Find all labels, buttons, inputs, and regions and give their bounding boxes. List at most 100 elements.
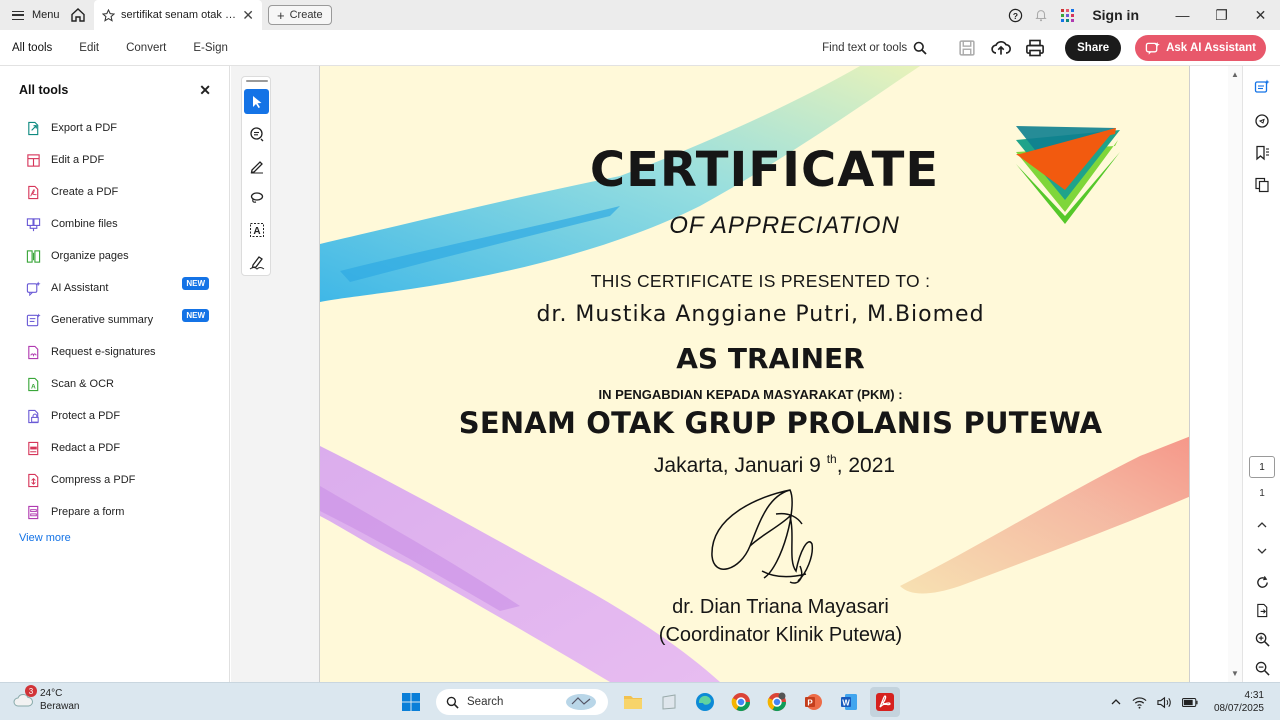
edge-icon <box>696 693 714 711</box>
file-explorer-app[interactable] <box>618 687 648 717</box>
recipient-role: AS TRAINER <box>676 342 865 375</box>
acrobat-app[interactable] <box>870 687 900 717</box>
tab-all-tools[interactable]: All tools <box>12 30 52 66</box>
weather-temp: 24°C <box>40 688 63 699</box>
tool-item-export-a-pdf[interactable]: Export a PDF <box>0 112 229 144</box>
tab-edit[interactable]: Edit <box>79 30 99 66</box>
tool-item-generative-summary[interactable]: Generative summary NEW <box>0 304 229 336</box>
find-label: Find text or tools <box>822 42 908 54</box>
main-toolbar: All tools Edit Convert E-Sign Find text … <box>0 30 1280 66</box>
cloud-upload-icon[interactable] <box>991 38 1012 58</box>
chrome-profile-app[interactable] <box>762 687 792 717</box>
tool-item-label: Export a PDF <box>51 122 118 134</box>
powerpoint-icon: P <box>805 694 822 710</box>
bookmark-icon <box>1256 145 1269 161</box>
close-window-button[interactable]: ✕ <box>1241 0 1280 30</box>
panel-close-icon[interactable]: ✕ <box>199 82 211 99</box>
start-button[interactable] <box>396 687 426 717</box>
event-name: SENAM OTAK GRUP PROLANIS PUTEWA <box>458 406 1103 440</box>
chevron-up-icon[interactable] <box>1110 696 1122 708</box>
protect-pdf-icon <box>26 409 41 424</box>
home-button[interactable] <box>62 0 94 30</box>
scroll-up-arrow[interactable]: ▲ <box>1231 70 1239 79</box>
print-icon[interactable] <box>1025 38 1045 58</box>
draw-tool-button[interactable] <box>244 185 269 210</box>
tool-item-edit-a-pdf[interactable]: Edit a PDF <box>0 144 229 176</box>
word-app[interactable]: W <box>834 687 864 717</box>
notepad-app[interactable] <box>654 687 684 717</box>
ai-assistant-icon <box>1145 41 1160 55</box>
apps-button[interactable] <box>1054 0 1080 30</box>
extract-pages-button[interactable] <box>1253 601 1271 619</box>
previous-page-button[interactable] <box>1253 516 1271 534</box>
quick-tools-strip: A <box>241 76 271 276</box>
ai-assistant-icon <box>26 280 41 296</box>
highlight-tool-button[interactable] <box>244 153 269 178</box>
comment-tool-button[interactable] <box>244 121 269 146</box>
battery-icon[interactable] <box>1181 697 1198 708</box>
pages-panel-button[interactable] <box>1253 176 1271 194</box>
create-button[interactable]: + Create <box>268 5 332 25</box>
tab-convert[interactable]: Convert <box>126 30 166 66</box>
zoom-in-icon <box>1255 632 1270 647</box>
zoom-in-button[interactable] <box>1253 630 1271 648</box>
ai-panel-button[interactable] <box>1253 78 1271 96</box>
comments-panel-button[interactable] <box>1253 112 1271 130</box>
tab-title: sertifikat senam otak dr... <box>121 9 237 21</box>
star-icon[interactable] <box>102 8 115 22</box>
maximize-button[interactable]: ❐ <box>1202 0 1241 30</box>
taskbar-search[interactable]: Search <box>436 689 608 715</box>
zoom-out-button[interactable] <box>1253 659 1271 677</box>
tool-item-create-a-pdf[interactable]: Create a PDF <box>0 176 229 208</box>
help-icon: ? <box>1008 8 1023 22</box>
tab-esign[interactable]: E-Sign <box>193 30 228 66</box>
chrome-app[interactable] <box>726 687 756 717</box>
wifi-icon[interactable] <box>1132 696 1147 709</box>
tool-item-organize-pages[interactable]: Organize pages <box>0 240 229 272</box>
speaker-icon[interactable] <box>1157 696 1172 709</box>
sign-tool-button[interactable] <box>244 249 269 274</box>
presented-to-line: THIS CERTIFICATE IS PRESENTED TO : <box>590 271 931 291</box>
clock[interactable]: 4:31 08/07/2025 <box>1214 689 1264 715</box>
refresh-button[interactable] <box>1253 573 1271 591</box>
tool-item-label: Prepare a form <box>51 506 125 518</box>
create-pdf-icon <box>26 185 41 200</box>
document-scrollbar[interactable]: ▲ ▼ <box>1228 66 1242 682</box>
total-pages: 1 <box>1259 488 1265 499</box>
bookmarks-panel-button[interactable] <box>1253 144 1271 162</box>
tool-item-label: Redact a PDF <box>51 442 121 454</box>
tool-item-request-e-signatures[interactable]: Request e-signatures <box>0 336 229 368</box>
save-icon[interactable] <box>957 38 977 58</box>
sign-in-button[interactable]: Sign in <box>1092 7 1139 23</box>
next-page-button[interactable] <box>1253 542 1271 560</box>
new-badge: NEW <box>182 277 209 290</box>
find-text-button[interactable]: Find text or tools <box>822 41 927 55</box>
clock-time: 4:31 <box>1244 690 1264 701</box>
tool-item-protect-a-pdf[interactable]: Protect a PDF <box>0 400 229 432</box>
scroll-down-arrow[interactable]: ▼ <box>1231 669 1239 678</box>
select-tool-button[interactable] <box>244 89 269 114</box>
drag-handle[interactable] <box>246 80 268 82</box>
ai-sparkle-icon <box>1254 79 1270 93</box>
minimize-button[interactable]: — <box>1163 0 1202 30</box>
request-esignatures-icon <box>26 345 41 360</box>
tab-close-icon[interactable]: ✕ <box>242 7 254 24</box>
edge-browser-app[interactable] <box>690 687 720 717</box>
tool-item-prepare-a-form[interactable]: Prepare a form <box>0 496 229 528</box>
tool-item-scan-ocr[interactable]: A Scan & OCR <box>0 368 229 400</box>
menu-button[interactable]: Menu <box>0 0 62 30</box>
document-tab[interactable]: sertifikat senam otak dr... ✕ <box>94 0 262 30</box>
current-page-input[interactable]: 1 <box>1249 456 1275 478</box>
powerpoint-app[interactable]: P <box>798 687 828 717</box>
ask-ai-assistant-button[interactable]: Ask AI Assistant <box>1135 35 1266 61</box>
text-select-tool-button[interactable]: A <box>244 217 269 242</box>
tool-item-redact-a-pdf[interactable]: Redact a PDF <box>0 432 229 464</box>
tool-item-combine-files[interactable]: Combine files <box>0 208 229 240</box>
tool-item-ai-assistant[interactable]: AI Assistant NEW <box>0 272 229 304</box>
help-button[interactable]: ? <box>1002 0 1028 30</box>
share-button[interactable]: Share <box>1065 35 1122 61</box>
view-more-link[interactable]: View more <box>0 532 229 544</box>
tool-item-compress-a-pdf[interactable]: Compress a PDF <box>0 464 229 496</box>
weather-widget[interactable]: 3 24°C Berawan <box>12 685 79 713</box>
notifications-button[interactable] <box>1028 0 1054 30</box>
